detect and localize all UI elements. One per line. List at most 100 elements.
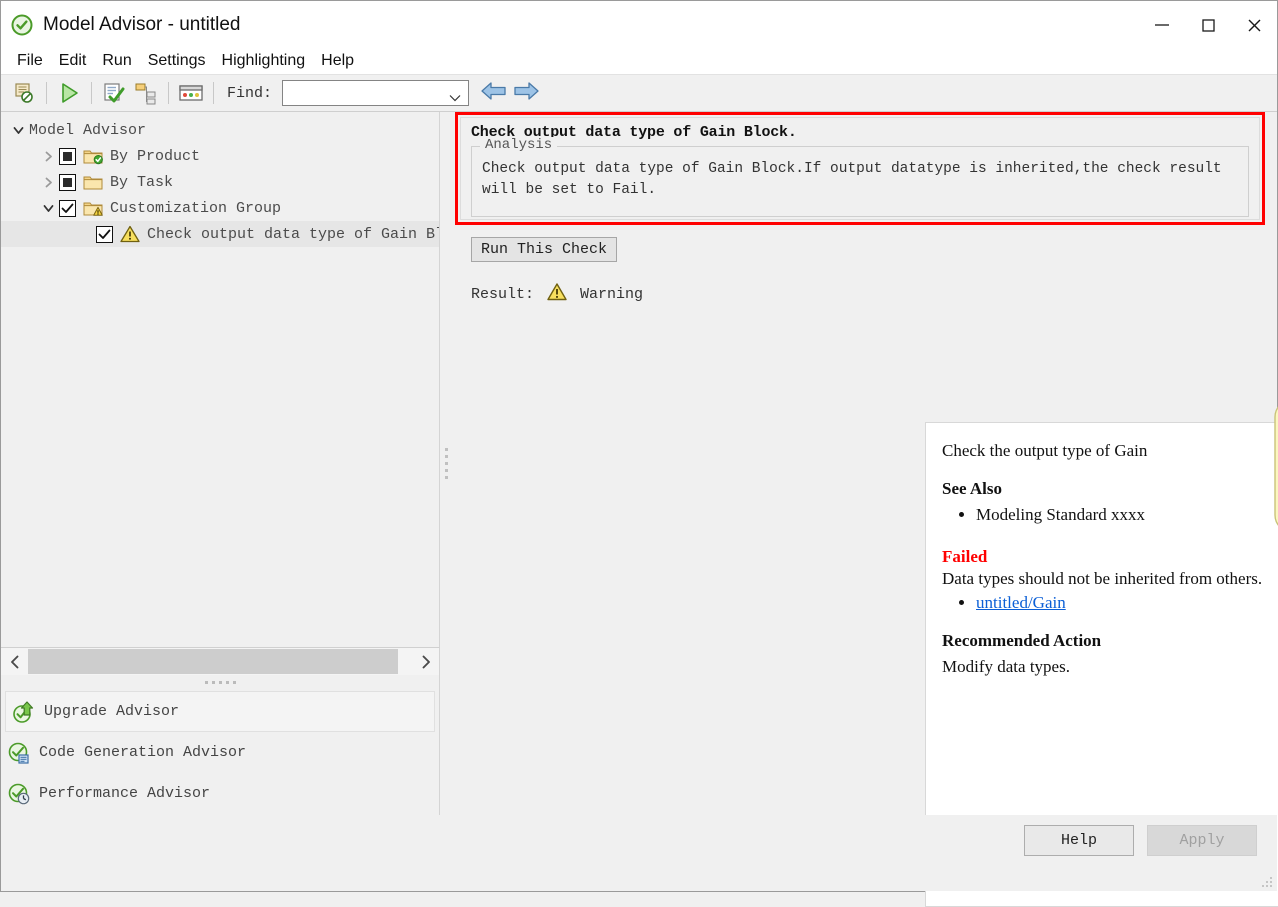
run-icon[interactable] xyxy=(54,78,84,108)
tree-checkbox-checked[interactable] xyxy=(96,225,113,243)
show-hierarchy-icon[interactable] xyxy=(131,78,161,108)
analysis-groupbox: Analysis Check output data type of Gain … xyxy=(471,137,1249,217)
see-also-heading: See Also xyxy=(942,479,1002,498)
find-label: Find: xyxy=(227,84,273,102)
check-header-panel: Check output data type of Gain Block. An… xyxy=(460,117,1260,220)
menu-bar: File Edit Run Settings Highlighting Help xyxy=(1,48,1277,74)
folder-warning-icon xyxy=(83,199,103,217)
help-button[interactable]: Help xyxy=(1024,825,1134,856)
tree-node-check-output-data-type[interactable]: Check output data type of Gain Block xyxy=(1,221,439,247)
run-to-failure-icon[interactable] xyxy=(99,78,129,108)
result-label: Result: xyxy=(471,286,535,303)
menu-item-file[interactable]: File xyxy=(9,51,51,71)
result-status: Warning xyxy=(580,286,644,303)
tree-node-label: Customization Group xyxy=(110,199,282,217)
result-subtitle: Check the output type of Gain xyxy=(942,441,1148,460)
body-split: Model Advisor By Product By Task Customi… xyxy=(1,112,1278,907)
find-combobox[interactable] xyxy=(282,80,470,107)
warning-triangle-icon xyxy=(546,282,568,307)
toolbar: Find: xyxy=(1,74,1277,112)
recommended-action-text: Modify data types. xyxy=(942,657,1070,676)
advisor-item-upgrade[interactable]: Upgrade Advisor xyxy=(5,691,435,732)
chevron-down-icon[interactable] xyxy=(7,124,29,137)
app-icon xyxy=(11,14,33,36)
menu-item-settings[interactable]: Settings xyxy=(140,51,214,71)
find-input[interactable] xyxy=(286,82,447,104)
upgrade-advisor-icon xyxy=(12,700,36,724)
check-header-highlight: Check output data type of Gain Block. An… xyxy=(455,112,1265,225)
analysis-legend: Analysis xyxy=(480,137,558,153)
failed-text: Data types should not be inherited from … xyxy=(942,569,1263,588)
splitter-grip-icon xyxy=(445,448,448,479)
previous-match-icon[interactable] xyxy=(480,80,508,107)
menu-item-edit[interactable]: Edit xyxy=(51,51,95,71)
tree-node-by-task[interactable]: By Task xyxy=(1,169,439,195)
list-item: Modeling Standard xxxx xyxy=(976,505,1278,525)
performance-advisor-icon xyxy=(7,782,31,806)
advisor-item-label: Code Generation Advisor xyxy=(39,744,247,761)
apply-button: Apply xyxy=(1147,825,1257,856)
tree-checkbox-checked[interactable] xyxy=(59,199,76,217)
footer-bar: Help Apply xyxy=(1,815,1277,891)
tree-checkbox-partial[interactable] xyxy=(59,173,76,191)
failed-heading: Failed xyxy=(942,547,988,566)
next-match-icon[interactable] xyxy=(512,80,540,107)
failed-links-list: untitled/Gain xyxy=(942,593,1278,613)
toolbar-separator xyxy=(91,82,92,104)
window-controls xyxy=(1139,1,1277,48)
advisor-item-code-generation[interactable]: Code Generation Advisor xyxy=(1,732,439,773)
list-item: untitled/Gain xyxy=(976,593,1278,613)
scroll-left-button[interactable] xyxy=(1,648,28,675)
report-icon[interactable] xyxy=(176,78,206,108)
warning-triangle-icon xyxy=(120,225,140,243)
scroll-right-button[interactable] xyxy=(412,648,439,675)
window-title: Model Advisor - untitled xyxy=(43,13,241,35)
scrollbar-thumb[interactable] xyxy=(28,649,398,674)
block-link-untitled-gain[interactable]: untitled/Gain xyxy=(976,593,1066,612)
chevron-right-icon[interactable] xyxy=(37,176,59,189)
toolbar-separator xyxy=(213,82,214,104)
toolbar-separator xyxy=(168,82,169,104)
see-also-list: Modeling Standard xxxx xyxy=(942,505,1278,525)
folder-icon xyxy=(83,173,103,191)
analysis-text: Check output data type of Gain Block.If … xyxy=(482,161,1222,199)
recommended-action-heading: Recommended Action xyxy=(942,631,1102,650)
splitter-grip-icon xyxy=(204,680,236,684)
chevron-down-icon[interactable] xyxy=(449,89,461,107)
tree-node-model-advisor[interactable]: Model Advisor xyxy=(1,117,439,143)
chevron-right-icon[interactable] xyxy=(37,150,59,163)
tree-node-label: By Task xyxy=(110,173,174,191)
tree-horizontal-scrollbar[interactable] xyxy=(1,647,440,675)
vertical-splitter[interactable] xyxy=(440,112,453,815)
toolbar-separator xyxy=(46,82,47,104)
find-navigation xyxy=(480,80,540,107)
advisor-item-label: Upgrade Advisor xyxy=(44,703,180,720)
tree-node-label: Model Advisor xyxy=(29,121,147,139)
tree-node-customization-group[interactable]: Customization Group xyxy=(1,195,439,221)
folder-check-icon xyxy=(83,147,103,165)
horizontal-splitter[interactable] xyxy=(1,675,440,689)
maximize-button[interactable] xyxy=(1185,1,1231,48)
annotation-callout: Check对象的标 题和副标题在 MA中的显示 xyxy=(1272,352,1278,542)
menu-item-highlighting[interactable]: Highlighting xyxy=(214,51,314,71)
tree-node-by-product[interactable]: By Product xyxy=(1,143,439,169)
model-advisor-window: Model Advisor - untitled File Edit Run S… xyxy=(0,0,1278,907)
chevron-down-icon[interactable] xyxy=(37,202,59,215)
close-button[interactable] xyxy=(1231,1,1277,48)
reset-checks-icon[interactable] xyxy=(9,78,39,108)
minimize-button[interactable] xyxy=(1139,1,1185,48)
tree-checkbox-partial[interactable] xyxy=(59,147,76,165)
menu-item-run[interactable]: Run xyxy=(94,51,139,71)
menu-item-help[interactable]: Help xyxy=(313,51,362,71)
title-bar: Model Advisor - untitled xyxy=(1,1,1277,48)
resize-grip-icon[interactable] xyxy=(1261,876,1273,888)
advisor-item-performance[interactable]: Performance Advisor xyxy=(1,773,439,814)
run-this-check-button[interactable]: Run This Check xyxy=(471,237,618,262)
check-title: Check output data type of Gain Block. xyxy=(471,124,797,141)
result-row: Result: Warning xyxy=(471,282,1277,307)
left-pane: Model Advisor By Product By Task Customi… xyxy=(1,112,440,815)
advisor-item-label: Performance Advisor xyxy=(39,785,211,802)
scrollbar-track[interactable] xyxy=(28,648,412,675)
tree-node-label: Check output data type of Gain Block xyxy=(147,225,440,243)
model-advisor-tree[interactable]: Model Advisor By Product By Task Customi… xyxy=(1,112,440,647)
